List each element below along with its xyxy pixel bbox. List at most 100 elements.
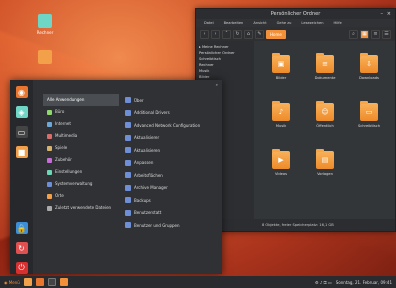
app-item[interactable]: Aktualisieren	[125, 144, 220, 157]
app-item[interactable]: Aktualisierer	[125, 132, 220, 145]
search-input[interactable]: ⌕	[40, 82, 218, 88]
menu-gehe-zu[interactable]: Gehe zu	[277, 19, 292, 27]
app-list: Über Additional Drivers Advanced Network…	[125, 94, 220, 232]
files-launcher-icon[interactable]	[23, 278, 32, 286]
app-icon	[125, 209, 131, 216]
menu-bearbeiten[interactable]: Bearbeiten	[224, 19, 244, 27]
app-item[interactable]: Advanced Network Configuration	[125, 119, 220, 132]
menu-hilfe[interactable]: Hilfe	[334, 19, 342, 27]
folder-icon: ☺	[316, 101, 334, 121]
menu-button[interactable]: ◉ Menü	[4, 280, 20, 285]
menu-ansicht[interactable]: Ansicht	[253, 19, 266, 27]
menu-datei[interactable]: Datei	[204, 19, 214, 27]
favorites-bar: ◉ ◈ ▭ ■ 🔒 ↻ ⏻	[10, 80, 33, 274]
category-internet[interactable]: Internet	[43, 118, 119, 130]
folder-icon: ▶	[272, 149, 290, 169]
category-all[interactable]: Alle Anwendungen	[43, 94, 119, 106]
category-systemverwaltung[interactable]: Systemverwaltung	[43, 178, 119, 190]
folder-downloads[interactable]: ⇩ Downloads	[352, 53, 386, 80]
forward-icon[interactable]: ›	[211, 29, 220, 39]
search-icon[interactable]: ⌕	[349, 29, 358, 39]
folder-dokumente[interactable]: ≡ Dokumente	[308, 53, 342, 80]
app-icon	[125, 147, 131, 154]
settings-icon	[47, 169, 52, 175]
category-buero[interactable]: Büro	[43, 106, 119, 118]
folder-icon	[38, 50, 52, 64]
folder-schreibtisch[interactable]: ▭ Schreibtisch	[352, 101, 386, 128]
app-item[interactable]: Arbeitsflächen	[125, 169, 220, 182]
status-bar: 8 Objekte, freier Speicherplatz: 16,1 GB	[196, 219, 395, 231]
window-titlebar[interactable]: Persönlicher Ordner – ×	[196, 9, 395, 19]
category-spiele[interactable]: Spiele	[43, 142, 119, 154]
app-item[interactable]: Anpassen	[125, 157, 220, 170]
internet-icon	[47, 121, 52, 127]
app-icon	[125, 97, 131, 104]
category-einstellungen[interactable]: Einstellungen	[43, 166, 119, 178]
breadcrumb-home[interactable]: Home	[266, 29, 286, 39]
firefox-icon[interactable]: ◉	[15, 86, 28, 98]
recent-icon	[47, 205, 52, 211]
up-icon[interactable]: ˄	[222, 29, 231, 39]
file-manager-window: Persönlicher Ordner – × Datei Bearbeiten…	[195, 8, 396, 232]
search-icon: ⌕	[215, 82, 218, 87]
folder-oeffentlich[interactable]: ☺ Öffentlich	[308, 101, 342, 128]
power-icon[interactable]: ⏻	[15, 262, 28, 274]
compact-view-icon[interactable]: ☰	[382, 29, 391, 39]
folder-grid: ▣ Bilder ≡ Dokumente ⇩ Downloads ♪ Musik ☺ Öf…	[256, 41, 395, 219]
menubar: Datei Bearbeiten Ansicht Gehe zu Lesezei…	[196, 19, 395, 27]
list-view-icon[interactable]: ≡	[371, 29, 380, 39]
app-item[interactable]: Additional Drivers	[125, 107, 220, 120]
app-icon	[125, 222, 131, 229]
terminal-icon[interactable]: ▭	[15, 126, 28, 138]
accessories-icon	[47, 157, 52, 163]
desktop-icon-folder[interactable]	[30, 50, 60, 66]
games-icon	[47, 145, 52, 151]
taskbar: ◉ Menü ⚙ ♪ ⚿ ▭ Sonntag, 21. Februar, 09:…	[0, 276, 396, 288]
minimize-icon[interactable]: –	[381, 9, 384, 19]
category-orte[interactable]: Orte	[43, 190, 119, 202]
menu-lesezeichen[interactable]: Lesezeichen	[301, 19, 323, 27]
office-icon	[47, 109, 52, 115]
multimedia-icon	[47, 133, 52, 139]
app-item[interactable]: Benutzer und Gruppen	[125, 219, 220, 232]
category-recent[interactable]: Zuletzt verwendete Dateien	[43, 202, 119, 214]
app-icon	[125, 109, 131, 116]
system-icon	[47, 181, 52, 187]
software-icon[interactable]: ◈	[15, 106, 28, 118]
files-window-icon[interactable]	[59, 278, 68, 286]
home-icon[interactable]: ⌂	[244, 29, 253, 39]
category-multimedia[interactable]: Multimedia	[43, 130, 119, 142]
close-icon[interactable]: ×	[387, 9, 391, 19]
folder-icon: ⇩	[360, 53, 378, 73]
status-text: 8 Objekte, freier Speicherplatz: 16,1 GB	[262, 223, 334, 227]
app-item[interactable]: Backups	[125, 194, 220, 207]
folder-icon: ♪	[272, 101, 290, 121]
terminal-launcher-icon[interactable]	[47, 278, 56, 286]
edit-icon[interactable]: ✎	[255, 29, 264, 39]
files-icon[interactable]: ■	[15, 146, 28, 158]
back-icon[interactable]: ‹	[200, 29, 209, 39]
app-icon	[125, 184, 131, 191]
app-icon	[125, 122, 131, 129]
app-icon	[125, 197, 131, 204]
lock-icon[interactable]: 🔒	[15, 222, 28, 234]
folder-bilder[interactable]: ▣ Bilder	[264, 53, 298, 80]
app-item[interactable]: Benutzerstatt	[125, 207, 220, 220]
folder-musik[interactable]: ♪ Musik	[264, 101, 298, 128]
folder-icon: ▭	[360, 101, 378, 121]
folder-videos[interactable]: ▶ Videos	[264, 149, 298, 176]
logout-icon[interactable]: ↻	[15, 242, 28, 254]
app-item[interactable]: Über	[125, 94, 220, 107]
desktop-icon-rechner[interactable]: Rechner	[30, 14, 60, 35]
app-item[interactable]: Archive Manager	[125, 182, 220, 195]
grid-view-icon[interactable]: ▦	[360, 29, 369, 39]
clock[interactable]: Sonntag, 21. Februar, 09:41	[336, 280, 392, 285]
desktop-icon-label: Rechner	[36, 30, 54, 35]
firefox-launcher-icon[interactable]	[35, 278, 44, 286]
category-zubehoer[interactable]: Zubehör	[43, 154, 119, 166]
tray-icons[interactable]: ⚙ ♪ ⚿ ▭	[315, 280, 332, 285]
folder-vorlagen[interactable]: ▤ Vorlagen	[308, 149, 342, 176]
app-icon	[125, 134, 131, 141]
reload-icon[interactable]: ↻	[233, 29, 242, 39]
app-icon	[125, 159, 131, 166]
